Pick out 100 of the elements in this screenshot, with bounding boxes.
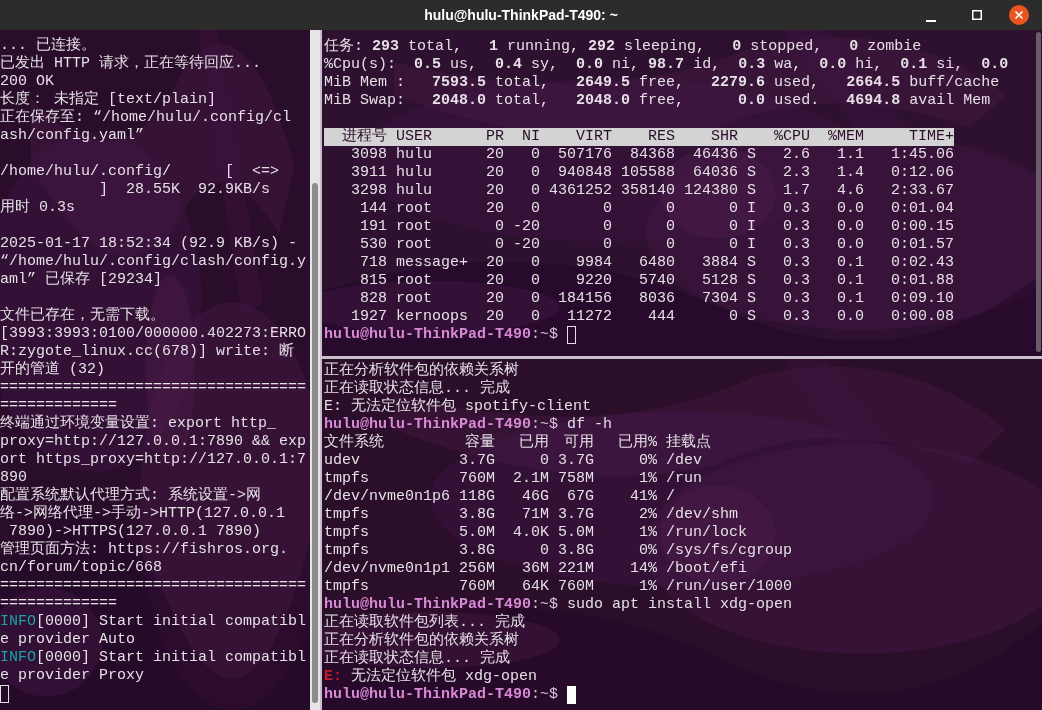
table-cell-text: 20: [485, 308, 504, 326]
terminal-line: INFO[0000] Start initial compatibl: [0, 613, 308, 631]
table-cell: 3.8G: [459, 506, 495, 524]
column-header[interactable]: TIME+: [864, 128, 954, 146]
table-cell-text: 1%: [638, 578, 657, 596]
table-cell-text: 0: [530, 182, 540, 200]
column-header[interactable]: %MEM: [810, 128, 864, 146]
column-header[interactable]: SHR: [675, 128, 738, 146]
terminal-line: E: 无法定位软件包 spotify-client: [324, 398, 593, 416]
scrollbar[interactable]: [310, 30, 320, 710]
table-cell-text: S: [746, 164, 756, 182]
terminal-line: ] 28.55K 92.9KB/s: [98, 181, 272, 199]
table-cell-text: 358140: [620, 182, 675, 200]
column-header[interactable]: 已用: [495, 434, 549, 452]
table-cell-text: 20: [485, 200, 504, 218]
table-cell-text: 0.3: [782, 308, 810, 326]
table-cell-text: kernoops: [395, 308, 469, 326]
table-cell-text: root: [395, 236, 433, 254]
table-cell-text: I: [746, 200, 756, 218]
table-cell-text: /dev/nvme0n1p6: [324, 488, 452, 506]
table-cell-text: 6480: [638, 254, 675, 272]
table-cell-text: 5128: [701, 272, 738, 290]
terminal-line: 正在读取软件包列表... 完成: [324, 614, 526, 631]
table-cell-text: 0.3: [782, 272, 810, 290]
table-cell-text: 0.1: [836, 254, 864, 272]
column-header[interactable]: VIRT: [540, 128, 612, 146]
terminal-line: 正在分析软件包的依赖关系树: [324, 362, 520, 379]
table-cell-text: tmpfs: [324, 470, 370, 488]
terminal-line: 长度： 未指定 [text/plain]: [0, 91, 218, 109]
table-cell-text: hulu: [395, 164, 433, 182]
table-cell-text: tmpfs: [324, 542, 370, 560]
table-cell-text: /dev/nvme0n1p1: [324, 560, 452, 578]
table-cell-text: 9220: [575, 272, 612, 290]
column-header[interactable]: NI: [504, 128, 540, 146]
terminal-line: 正在保存至: “/home/hulu/.config/cl: [0, 109, 293, 127]
column-header[interactable]: RES: [612, 128, 675, 146]
table-cell-text: 71M: [521, 506, 549, 524]
table-cell-text: 1:45.06: [890, 146, 954, 164]
column-header[interactable]: %CPU: [756, 128, 810, 146]
table-cell-text: 0: [602, 200, 612, 218]
table-cell-text: 760M: [557, 578, 594, 596]
terminal-line: 正在分析软件包的依赖关系树: [324, 632, 520, 649]
table-cell-text: 0: [728, 218, 738, 236]
table-cell-text: 9984: [575, 254, 612, 272]
terminal-line: hulu@hulu-ThinkPad-T490:~$ sudo apt install xdg-open: [324, 596, 793, 613]
table-cell-text: 3.7G: [557, 452, 594, 470]
table-cell-text: 2%: [638, 506, 657, 524]
column-header[interactable]: 进程号: [324, 128, 387, 146]
table-cell-text: 2.6: [782, 146, 810, 164]
terminal-line: e provider Proxy: [0, 667, 146, 685]
column-header[interactable]: 挂载点: [657, 434, 802, 452]
table-cell-text: 0:01.88: [890, 272, 954, 290]
table-cell-text: 3298: [350, 182, 387, 200]
column-header[interactable]: 已用%: [594, 434, 657, 452]
table-cell-text: 3.7G: [557, 506, 594, 524]
column-header[interactable]: 容量: [459, 434, 495, 452]
table-cell-text: 0: [530, 164, 540, 182]
terminal-line: 用时 0.3s: [0, 199, 76, 217]
table-cell-text: 0:00.08: [890, 308, 954, 326]
terminal-line: cn/forum/topic/668: [0, 559, 164, 577]
table-cell-text: 1927: [350, 308, 387, 326]
table-cell-text: 2.3: [782, 164, 810, 182]
scrollbar-thumb[interactable]: [1036, 32, 1041, 352]
table-cell-text: 0: [530, 290, 540, 308]
table-cell-text: 0.0: [836, 236, 864, 254]
terminal-line: 管理页面方法: https://fishros.org.: [0, 541, 290, 559]
column-header[interactable]: USER: [387, 128, 477, 146]
table-cell-text: 0.0: [836, 308, 864, 326]
column-header[interactable]: PR: [477, 128, 504, 146]
table-cell-text: 3098: [350, 146, 387, 164]
terminal-line: MiB Mem : 7593.5 total, 2649.5 free, 2279.6 used, 2664.5 buff/cache: [324, 74, 1001, 92]
table-cell-text: 20: [485, 146, 504, 164]
table-cell: 118G: [459, 488, 495, 506]
terminal-line: INFO[0000] Start initial compatibl: [0, 649, 308, 667]
table-cell-text: udev: [324, 452, 361, 470]
terminal-line: “/home/hulu/.config/clash/config.y: [0, 253, 308, 271]
column-header[interactable]: 文件系统: [324, 434, 459, 452]
table-cell-text: 3911: [350, 164, 387, 182]
terminal-line: ==================================: [0, 379, 308, 397]
table-cell-text: 815: [359, 272, 387, 290]
scrollbar-thumb[interactable]: [312, 183, 318, 703]
table-cell-text: 1%: [638, 524, 657, 542]
table-cell-text: 0%: [638, 452, 657, 470]
table-cell: 3.7G: [459, 452, 495, 470]
minimize-icon: [926, 20, 936, 22]
table-cell-text: root: [395, 218, 433, 236]
table-cell-text: 46436: [692, 146, 738, 164]
terminal-line: /home/hulu/.config/ [ <=>: [0, 163, 281, 181]
table-cell-text: 105588: [620, 164, 675, 182]
table-cell-text: 1.7: [782, 182, 810, 200]
column-header[interactable]: 可用: [549, 434, 594, 452]
terminal-line: ... 已连接。: [0, 37, 97, 54]
terminal-line: hulu@hulu-ThinkPad-T490:~$: [324, 326, 559, 344]
terminal-line: ort https_proxy=http://127.0.0.1:7: [0, 451, 308, 469]
table-cell-text: 124380: [683, 182, 738, 200]
table-cell-text: 1.1: [836, 146, 864, 164]
table-cell-text: 191: [359, 218, 387, 236]
table-cell-text: 36M: [521, 560, 549, 578]
table-cell-text: 20: [485, 182, 504, 200]
table-cell-text: 64K: [521, 578, 549, 596]
